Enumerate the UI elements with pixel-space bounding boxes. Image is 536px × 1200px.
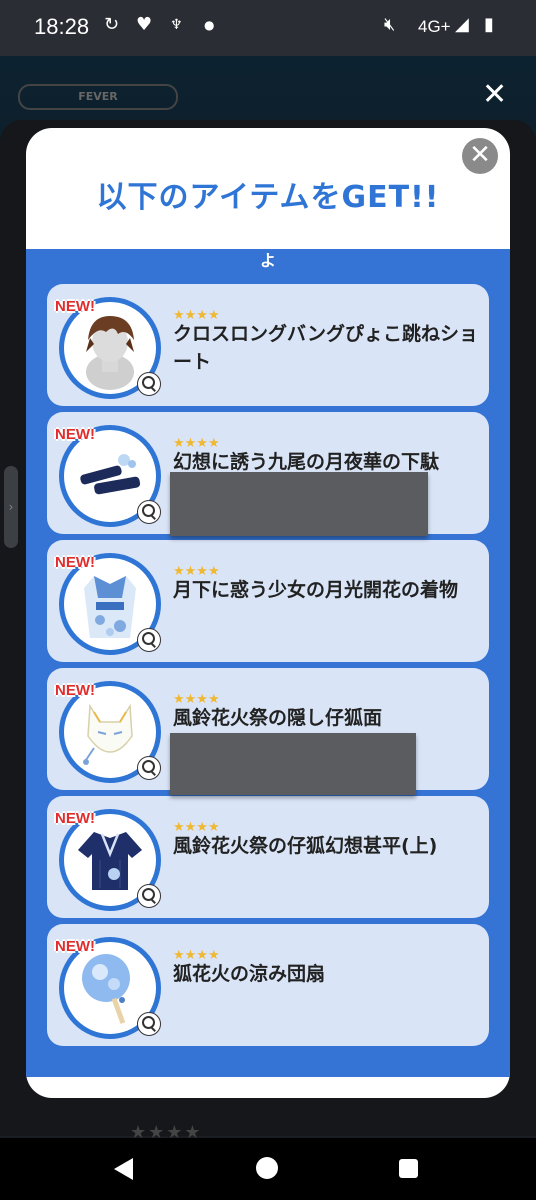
item-name: クロスロングバングぴょこ跳ねショート <box>173 323 478 373</box>
zoom-button[interactable] <box>137 1012 161 1036</box>
zoom-button[interactable] <box>137 628 161 652</box>
item-name: 風鈴花火祭の隠し仔狐面 <box>173 707 383 729</box>
list-item[interactable]: NEW! ★★★★ 月下に惑う少女の月光開花の着物 <box>47 540 489 662</box>
modal-title: 以下のアイテムをGET!! <box>96 180 440 215</box>
item-name: 狐花火の涼み団扇 <box>173 963 326 985</box>
status-bar: 18:28 ↻ ♥ ♆ ● 🔇︎ 4G+ ◢ ▮ <box>0 0 536 56</box>
new-badge: NEW! <box>55 554 95 571</box>
redaction-block <box>170 733 416 795</box>
signal-icon: ◢ <box>455 14 469 35</box>
battery-charging-icon: ▮ <box>484 14 494 35</box>
new-badge: NEW! <box>55 426 95 443</box>
list-item[interactable]: NEW! ★★★★ 風鈴花火祭の仔狐幻想甚平(上) <box>47 796 489 918</box>
redaction-block <box>170 472 428 536</box>
mute-icon: 🔇︎ <box>384 14 396 35</box>
list-item[interactable]: NEW! ★★★★ クロスロングバングぴょこ跳ねショート <box>47 284 489 406</box>
item-name: 月下に惑う少女の月光開花の着物 <box>173 579 459 601</box>
background-close-icon[interactable]: ✕ <box>482 80 507 110</box>
reward-list[interactable]: よ NEW! ★★★★ クロスロングバングぴょこ跳ねショート NEW! ★★★★… <box>26 249 510 1077</box>
dot-icon: ● <box>204 18 215 32</box>
new-badge: NEW! <box>55 938 95 955</box>
fever-gauge: FEVER <box>18 84 178 110</box>
sync-icon: ↻ <box>104 14 120 35</box>
partial-text: よ <box>260 251 277 270</box>
status-time: 18:28 <box>34 14 90 39</box>
zoom-button[interactable] <box>137 756 161 780</box>
heart-icon: ♥ <box>136 14 153 35</box>
home-icon[interactable] <box>256 1157 278 1179</box>
item-name: 風鈴花火祭の仔狐幻想甚平(上) <box>173 835 438 857</box>
app-notification-icon: ♆ <box>170 17 183 33</box>
reward-modal: ✕ 以下のアイテムをGET!! よ NEW! ★★★★ クロスロングバングぴょこ… <box>26 128 510 1098</box>
zoom-button[interactable] <box>137 372 161 396</box>
new-badge: NEW! <box>55 298 95 315</box>
modal-close-button[interactable]: ✕ <box>462 138 498 174</box>
zoom-button[interactable] <box>137 884 161 908</box>
new-badge: NEW! <box>55 682 95 699</box>
list-item[interactable]: NEW! ★★★★ 狐花火の涼み団扇 <box>47 924 489 1046</box>
recent-apps-icon[interactable] <box>399 1159 418 1178</box>
side-drawer-handle[interactable]: › <box>4 466 18 548</box>
back-icon[interactable] <box>114 1158 133 1180</box>
zoom-button[interactable] <box>137 500 161 524</box>
new-badge: NEW! <box>55 810 95 827</box>
network-type: 4G+ <box>418 17 451 36</box>
